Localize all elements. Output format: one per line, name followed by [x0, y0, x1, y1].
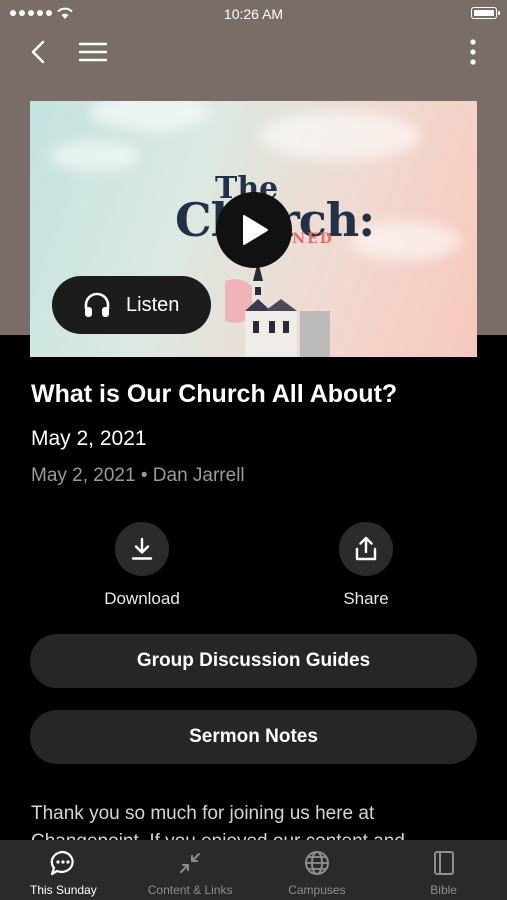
tab-campuses[interactable]: Campuses: [254, 840, 381, 900]
share-label: Share: [343, 589, 389, 608]
menu-button[interactable]: [78, 36, 108, 68]
download-label: Download: [104, 589, 180, 608]
back-button[interactable]: [24, 36, 52, 68]
book-icon: [433, 851, 454, 875]
sermon-artwork: The Church: DEFINED Listen: [30, 101, 477, 357]
tab-label: Bible: [430, 883, 457, 897]
status-time: 10:26 AM: [223, 6, 284, 22]
description-line: Thank you so much for joining us here at: [31, 803, 375, 824]
more-options-button[interactable]: [465, 36, 481, 68]
tab-this-sunday[interactable]: This Sunday: [0, 840, 127, 900]
listen-button[interactable]: Listen: [52, 276, 211, 334]
hamburger-icon: [79, 42, 107, 62]
more-vertical-icon: [470, 39, 476, 65]
tab-bar: This Sunday Content & Links Campuses Bib…: [0, 840, 507, 900]
sermon-meta: May 2, 2021 • Dan Jarrell: [31, 465, 245, 486]
top-navigation: [0, 36, 507, 68]
play-button[interactable]: [216, 192, 292, 268]
group-discussion-guides-button[interactable]: Group Discussion Guides: [30, 634, 477, 688]
share-icon: [355, 536, 377, 561]
headphones-icon: [84, 292, 110, 317]
collapse-arrows-icon: [180, 853, 201, 873]
tab-label: This Sunday: [30, 883, 97, 897]
tab-label: Campuses: [288, 883, 346, 897]
download-icon: [131, 537, 153, 560]
play-icon: [243, 215, 268, 245]
download-button[interactable]: Download: [67, 522, 217, 609]
status-bar: 10:26 AM: [0, 0, 507, 28]
globe-icon: [304, 851, 329, 875]
chevron-left-icon: [31, 40, 45, 64]
battery-icon: [471, 7, 500, 19]
sermon-date: May 2, 2021: [31, 427, 147, 450]
church-building-image: [225, 261, 330, 357]
tab-bible[interactable]: Bible: [380, 840, 507, 900]
tab-content-links[interactable]: Content & Links: [127, 840, 254, 900]
sermon-notes-button[interactable]: Sermon Notes: [30, 710, 477, 764]
sermon-title: What is Our Church All About?: [31, 380, 398, 408]
share-button[interactable]: Share: [291, 522, 441, 609]
tab-label: Content & Links: [147, 883, 233, 897]
chat-bubble-icon: [51, 850, 75, 876]
listen-label: Listen: [126, 293, 180, 316]
